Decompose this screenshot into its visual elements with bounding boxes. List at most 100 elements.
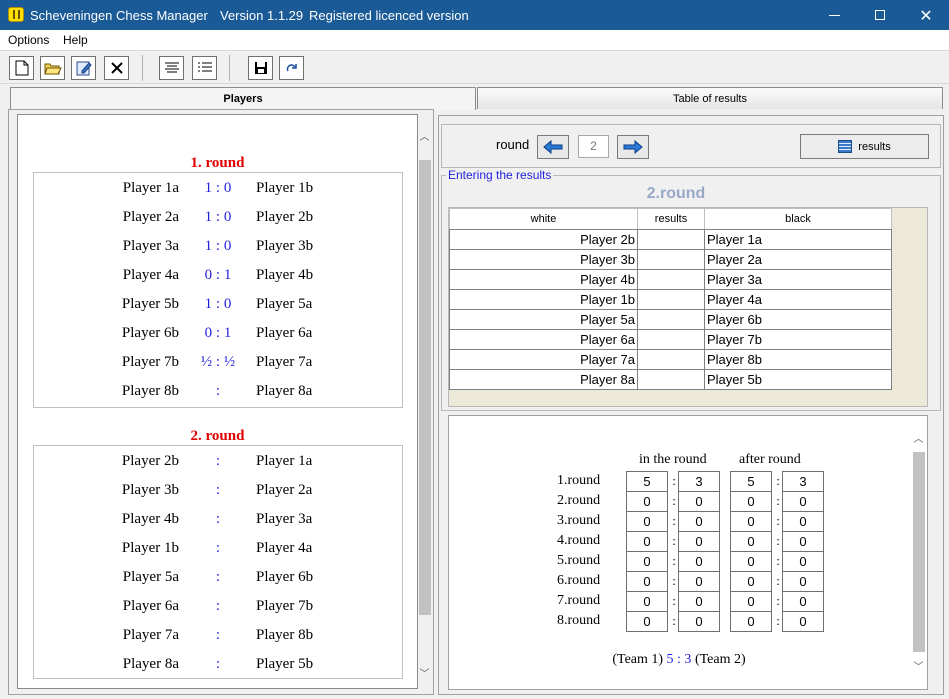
scroll-up-icon[interactable]: ︿	[911, 430, 926, 445]
toolbar-separator	[229, 55, 230, 81]
menu-options[interactable]: Options	[8, 33, 49, 47]
black-player: Player 2b	[256, 209, 314, 225]
white-cell[interactable]: Player 1b	[449, 289, 638, 310]
new-button[interactable]	[9, 56, 34, 80]
align-button[interactable]	[159, 56, 184, 80]
round-number-field[interactable]: 2	[578, 135, 609, 158]
players-panel: 1. round Player 1a 1 : 0 Player 1b Player 2…	[8, 109, 434, 695]
table-row[interactable]: Player 2b Player 1a	[449, 229, 892, 250]
tab-players[interactable]: Players	[10, 87, 476, 110]
result-cell[interactable]	[637, 309, 705, 330]
in-the-round-header: in the round	[639, 452, 707, 467]
toolbar	[0, 50, 949, 84]
white-cell[interactable]: Player 6a	[449, 329, 638, 350]
in-round-team2: 0	[678, 531, 720, 552]
pairing-row: Player 2b: Player 1a	[34, 447, 402, 476]
toolbar-separator	[142, 55, 143, 81]
white-cell[interactable]: Player 4b	[449, 269, 638, 290]
game-result: 1 : 0	[204, 209, 232, 225]
black-player: Player 7a	[256, 354, 313, 370]
black-cell[interactable]: Player 8b	[704, 349, 892, 370]
scroll-thumb[interactable]	[913, 452, 925, 652]
black-cell[interactable]: Player 1a	[704, 229, 892, 250]
round-2-pairings: Player 2b: Player 1a Player 3b: Player 2a Pl…	[33, 445, 403, 679]
table-row[interactable]: Player 8a Player 5b	[449, 369, 892, 390]
list-button[interactable]	[192, 56, 217, 80]
white-player: Player 2a	[122, 209, 179, 225]
menu-help[interactable]: Help	[63, 33, 88, 47]
table-row[interactable]: Player 3b Player 2a	[449, 249, 892, 270]
round-label: 2.round	[557, 493, 601, 508]
black-cell[interactable]: Player 2a	[704, 249, 892, 270]
after-round-team2: 0	[782, 551, 824, 572]
white-cell[interactable]: Player 7a	[449, 349, 638, 370]
pairing-row: Player 3a 1 : 0 Player 3b	[34, 232, 402, 261]
table-row[interactable]: Player 5a Player 6b	[449, 309, 892, 330]
edit-button[interactable]	[71, 56, 96, 80]
black-cell[interactable]: Player 6b	[704, 309, 892, 330]
maximize-button[interactable]	[857, 0, 903, 30]
white-player: Player 3a	[122, 238, 179, 254]
result-cell[interactable]	[637, 289, 705, 310]
in-round-team1: 0	[626, 491, 668, 512]
column-header-black[interactable]: black	[704, 208, 892, 230]
new-document-icon	[15, 60, 28, 76]
round-label: 3.round	[557, 513, 601, 528]
table-row[interactable]: Player 4b Player 3a	[449, 269, 892, 290]
previous-round-button[interactable]	[537, 135, 569, 159]
result-cell[interactable]	[637, 249, 705, 270]
white-cell[interactable]: Player 3b	[449, 249, 638, 270]
black-cell[interactable]: Player 7b	[704, 329, 892, 350]
pairing-row: Player 8a: Player 5b	[34, 650, 402, 679]
table-row[interactable]: Player 6a Player 7b	[449, 329, 892, 350]
close-button[interactable]: ✕	[903, 0, 949, 30]
results-button[interactable]: results	[800, 134, 929, 159]
scroll-down-icon[interactable]: ﹀	[911, 658, 926, 673]
arrow-left-icon	[543, 140, 563, 154]
white-cell[interactable]: Player 8a	[449, 369, 638, 390]
tab-table-of-results[interactable]: Table of results	[477, 87, 943, 109]
scroll-thumb[interactable]	[419, 160, 431, 615]
black-player: Player 1a	[256, 453, 313, 469]
game-result: 1 : 0	[204, 238, 232, 254]
result-cell[interactable]	[637, 269, 705, 290]
open-button[interactable]	[40, 56, 65, 80]
delete-icon	[110, 62, 123, 74]
pairing-row: Player 6b 0 : 1 Player 6a	[34, 319, 402, 348]
white-cell[interactable]: Player 5a	[449, 309, 638, 330]
arrow-right-icon	[623, 140, 643, 154]
after-round-team2: 0	[782, 531, 824, 552]
pairing-row: Player 1b: Player 4a	[34, 534, 402, 563]
table-row[interactable]: Player 1b Player 4a	[449, 289, 892, 310]
redo-button[interactable]	[279, 56, 304, 80]
summary-scrollbar[interactable]: ︿ ﹀	[910, 426, 927, 682]
game-result: 0 : 1	[204, 325, 232, 341]
delete-button[interactable]	[104, 56, 129, 80]
result-cell[interactable]	[637, 349, 705, 370]
white-player: Player 5b	[121, 296, 179, 312]
table-row[interactable]: Player 7a Player 8b	[449, 349, 892, 370]
scroll-up-icon[interactable]: ︿	[417, 128, 432, 143]
scroll-down-icon[interactable]: ﹀	[417, 665, 432, 680]
pairing-row: Player 4a 0 : 1 Player 4b	[34, 261, 402, 290]
white-cell[interactable]: Player 2b	[449, 229, 638, 250]
minimize-button[interactable]	[811, 0, 857, 30]
white-player: Player 4b	[121, 511, 179, 527]
result-cell[interactable]	[637, 369, 705, 390]
column-header-results[interactable]: results	[637, 208, 705, 230]
result-cell[interactable]	[637, 329, 705, 350]
left-scrollbar[interactable]: ︿ ﹀	[417, 120, 432, 686]
game-result: 1 : 0	[204, 180, 232, 196]
column-header-white[interactable]: white	[449, 208, 638, 230]
next-round-button[interactable]	[617, 135, 649, 159]
white-player: Player 8b	[121, 383, 179, 399]
save-button[interactable]	[248, 56, 273, 80]
in-round-team2: 0	[678, 551, 720, 572]
pairing-row: Player 7b ½ : ½ Player 7a	[34, 348, 402, 377]
black-cell[interactable]: Player 4a	[704, 289, 892, 310]
result-cell[interactable]	[637, 229, 705, 250]
black-cell[interactable]: Player 5b	[704, 369, 892, 390]
in-round-team2: 0	[678, 511, 720, 532]
black-cell[interactable]: Player 3a	[704, 269, 892, 290]
app-logo-icon	[8, 7, 24, 22]
